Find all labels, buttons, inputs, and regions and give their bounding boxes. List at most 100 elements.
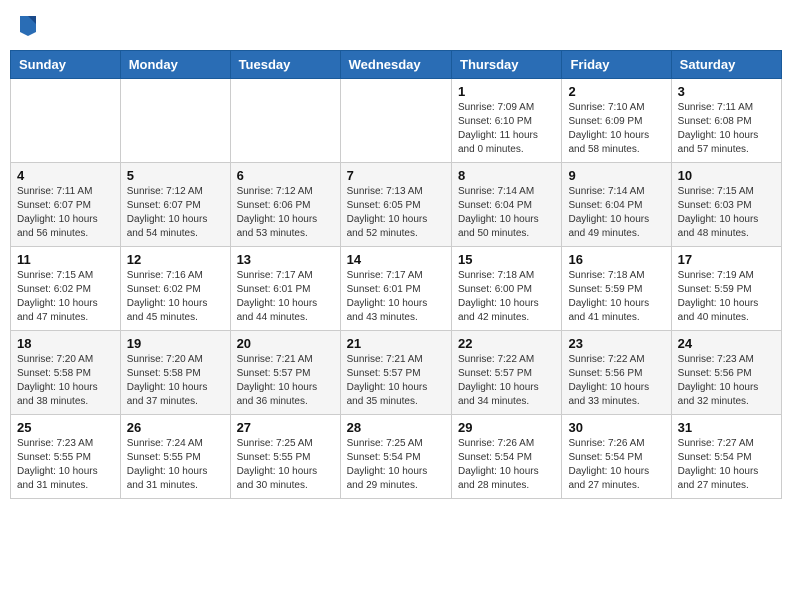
day-number: 30 <box>568 420 664 435</box>
day-info: Sunrise: 7:21 AMSunset: 5:57 PMDaylight:… <box>237 353 334 409</box>
day-cell-24: 24 Sunrise: 7:23 AMSunset: 5:56 PMDayligh… <box>671 331 781 415</box>
day-cell-25: 25 Sunrise: 7:23 AMSunset: 5:55 PMDayligh… <box>11 415 121 499</box>
day-info: Sunrise: 7:22 AMSunset: 5:57 PMDaylight:… <box>458 353 555 409</box>
day-info: Sunrise: 7:17 AMSunset: 6:01 PMDaylight:… <box>347 269 445 325</box>
day-cell-26: 26Sunrise: 7:24 AMSunset: 5:55 PMDayligh… <box>120 415 230 499</box>
empty-cell <box>340 79 451 163</box>
day-number: 1 <box>458 84 555 99</box>
day-info: Sunrise: 7:20 AMSunset: 5:58 PMDaylight:… <box>17 353 114 409</box>
day-cell-12: 12 Sunrise: 7:16 AMSunset: 6:02 PMDayligh… <box>120 247 230 331</box>
day-info: Sunrise: 7:18 AMSunset: 5:59 PMDaylight:… <box>568 269 664 325</box>
day-info: Sunrise: 7:27 AMSunset: 5:54 PMDaylight:… <box>678 437 775 493</box>
day-info: Sunrise: 7:26 AMSunset: 5:54 PMDaylight:… <box>568 437 664 493</box>
day-number: 7 <box>347 168 445 183</box>
weekday-header-saturday: Saturday <box>671 51 781 79</box>
day-info: Sunrise: 7:25 AMSunset: 5:55 PMDaylight:… <box>237 437 334 493</box>
day-number: 5 <box>127 168 224 183</box>
weekday-header-monday: Monday <box>120 51 230 79</box>
day-number: 29 <box>458 420 555 435</box>
day-number: 22 <box>458 336 555 351</box>
day-info: Sunrise: 7:10 AMSunset: 6:09 PMDaylight:… <box>568 101 664 157</box>
empty-cell <box>120 79 230 163</box>
day-number: 25 <box>17 420 114 435</box>
weekday-header-tuesday: Tuesday <box>230 51 340 79</box>
week-row-4: 18 Sunrise: 7:20 AMSunset: 5:58 PMDayligh… <box>11 331 782 415</box>
day-cell-20: 20 Sunrise: 7:21 AMSunset: 5:57 PMDayligh… <box>230 331 340 415</box>
day-cell-8: 8 Sunrise: 7:14 AMSunset: 6:04 PMDaylight… <box>452 163 562 247</box>
day-number: 23 <box>568 336 664 351</box>
day-number: 21 <box>347 336 445 351</box>
day-info: Sunrise: 7:23 AMSunset: 5:55 PMDaylight:… <box>17 437 114 493</box>
day-number: 27 <box>237 420 334 435</box>
day-cell-7: 7 Sunrise: 7:13 AMSunset: 6:05 PMDaylight… <box>340 163 451 247</box>
week-row-3: 11 Sunrise: 7:15 AMSunset: 6:02 PMDayligh… <box>11 247 782 331</box>
day-cell-14: 14 Sunrise: 7:17 AMSunset: 6:01 PMDayligh… <box>340 247 451 331</box>
day-cell-6: 6 Sunrise: 7:12 AMSunset: 6:06 PMDaylight… <box>230 163 340 247</box>
day-number: 12 <box>127 252 224 267</box>
day-number: 9 <box>568 168 664 183</box>
day-cell-17: 17Sunrise: 7:19 AMSunset: 5:59 PMDayligh… <box>671 247 781 331</box>
day-number: 4 <box>17 168 114 183</box>
day-info: Sunrise: 7:11 AMSunset: 6:08 PMDaylight:… <box>678 101 775 157</box>
logo <box>18 14 40 38</box>
day-info: Sunrise: 7:22 AMSunset: 5:56 PMDaylight:… <box>568 353 664 409</box>
day-cell-1: 1 Sunrise: 7:09 AMSunset: 6:10 PMDaylight… <box>452 79 562 163</box>
day-number: 26 <box>127 420 224 435</box>
day-number: 18 <box>17 336 114 351</box>
day-cell-2: 2Sunrise: 7:10 AMSunset: 6:09 PMDaylight… <box>562 79 671 163</box>
day-number: 14 <box>347 252 445 267</box>
calendar-table: SundayMondayTuesdayWednesdayThursdayFrid… <box>10 50 782 499</box>
day-info: Sunrise: 7:18 AMSunset: 6:00 PMDaylight:… <box>458 269 555 325</box>
page-header <box>10 10 782 42</box>
day-info: Sunrise: 7:12 AMSunset: 6:07 PMDaylight:… <box>127 185 224 241</box>
week-row-2: 4 Sunrise: 7:11 AMSunset: 6:07 PMDaylight… <box>11 163 782 247</box>
day-info: Sunrise: 7:15 AMSunset: 6:02 PMDaylight:… <box>17 269 114 325</box>
day-cell-15: 15 Sunrise: 7:18 AMSunset: 6:00 PMDayligh… <box>452 247 562 331</box>
week-row-1: 1 Sunrise: 7:09 AMSunset: 6:10 PMDaylight… <box>11 79 782 163</box>
weekday-header-row: SundayMondayTuesdayWednesdayThursdayFrid… <box>11 51 782 79</box>
day-info: Sunrise: 7:12 AMSunset: 6:06 PMDaylight:… <box>237 185 334 241</box>
day-cell-30: 30 Sunrise: 7:26 AMSunset: 5:54 PMDayligh… <box>562 415 671 499</box>
day-cell-27: 27 Sunrise: 7:25 AMSunset: 5:55 PMDayligh… <box>230 415 340 499</box>
day-cell-11: 11 Sunrise: 7:15 AMSunset: 6:02 PMDayligh… <box>11 247 121 331</box>
day-info: Sunrise: 7:20 AMSunset: 5:58 PMDaylight:… <box>127 353 224 409</box>
weekday-header-friday: Friday <box>562 51 671 79</box>
day-cell-13: 13 Sunrise: 7:17 AMSunset: 6:01 PMDayligh… <box>230 247 340 331</box>
day-info: Sunrise: 7:19 AMSunset: 5:59 PMDaylight:… <box>678 269 775 325</box>
day-cell-3: 3 Sunrise: 7:11 AMSunset: 6:08 PMDaylight… <box>671 79 781 163</box>
day-cell-28: 28Sunrise: 7:25 AMSunset: 5:54 PMDayligh… <box>340 415 451 499</box>
day-info: Sunrise: 7:13 AMSunset: 6:05 PMDaylight:… <box>347 185 445 241</box>
empty-cell <box>230 79 340 163</box>
day-info: Sunrise: 7:14 AMSunset: 6:04 PMDaylight:… <box>568 185 664 241</box>
day-cell-31: 31 Sunrise: 7:27 AMSunset: 5:54 PMDayligh… <box>671 415 781 499</box>
day-number: 15 <box>458 252 555 267</box>
logo-icon <box>18 14 38 38</box>
day-info: Sunrise: 7:14 AMSunset: 6:04 PMDaylight:… <box>458 185 555 241</box>
day-info: Sunrise: 7:16 AMSunset: 6:02 PMDaylight:… <box>127 269 224 325</box>
day-info: Sunrise: 7:17 AMSunset: 6:01 PMDaylight:… <box>237 269 334 325</box>
day-info: Sunrise: 7:23 AMSunset: 5:56 PMDaylight:… <box>678 353 775 409</box>
day-cell-4: 4 Sunrise: 7:11 AMSunset: 6:07 PMDaylight… <box>11 163 121 247</box>
day-info: Sunrise: 7:11 AMSunset: 6:07 PMDaylight:… <box>17 185 114 241</box>
day-number: 8 <box>458 168 555 183</box>
weekday-header-wednesday: Wednesday <box>340 51 451 79</box>
day-number: 20 <box>237 336 334 351</box>
day-info: Sunrise: 7:09 AMSunset: 6:10 PMDaylight:… <box>458 101 555 157</box>
day-info: Sunrise: 7:26 AMSunset: 5:54 PMDaylight:… <box>458 437 555 493</box>
day-number: 13 <box>237 252 334 267</box>
day-number: 31 <box>678 420 775 435</box>
day-info: Sunrise: 7:21 AMSunset: 5:57 PMDaylight:… <box>347 353 445 409</box>
day-number: 3 <box>678 84 775 99</box>
day-number: 11 <box>17 252 114 267</box>
empty-cell <box>11 79 121 163</box>
day-cell-29: 29 Sunrise: 7:26 AMSunset: 5:54 PMDayligh… <box>452 415 562 499</box>
day-number: 24 <box>678 336 775 351</box>
weekday-header-sunday: Sunday <box>11 51 121 79</box>
day-number: 19 <box>127 336 224 351</box>
day-number: 10 <box>678 168 775 183</box>
day-cell-19: 19 Sunrise: 7:20 AMSunset: 5:58 PMDayligh… <box>120 331 230 415</box>
day-number: 28 <box>347 420 445 435</box>
day-number: 6 <box>237 168 334 183</box>
day-cell-5: 5 Sunrise: 7:12 AMSunset: 6:07 PMDaylight… <box>120 163 230 247</box>
day-cell-22: 22 Sunrise: 7:22 AMSunset: 5:57 PMDayligh… <box>452 331 562 415</box>
